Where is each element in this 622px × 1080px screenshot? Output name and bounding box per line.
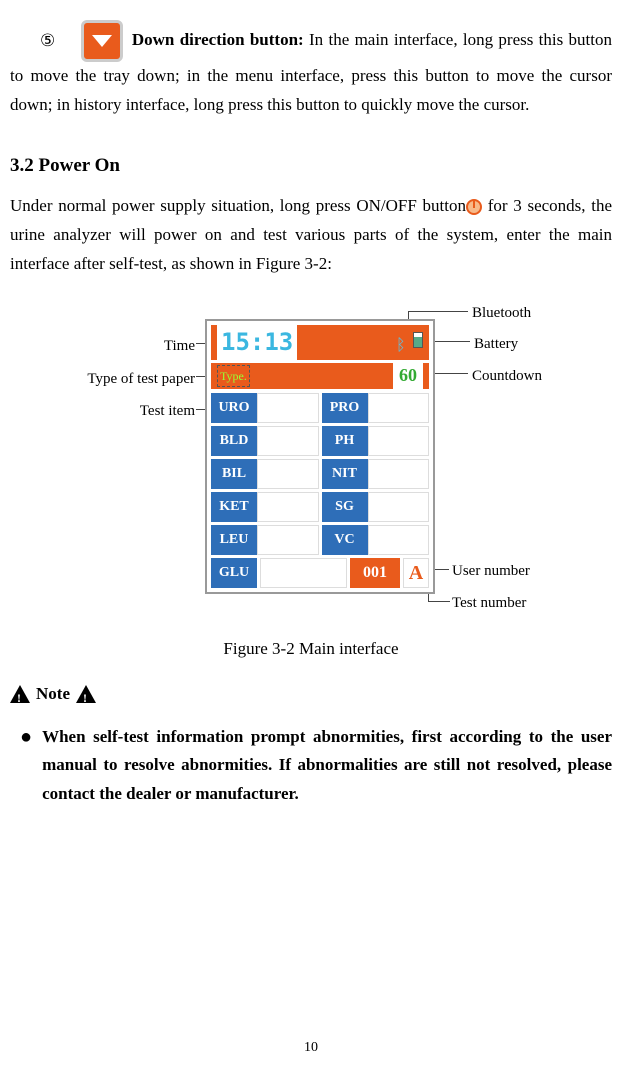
callout-countdown: Countdown bbox=[472, 364, 542, 390]
time-display: 15:13 bbox=[217, 322, 297, 363]
section-heading: 3.2 Power On bbox=[10, 150, 612, 182]
cell-uro: URO bbox=[211, 393, 257, 423]
callout-time: Time bbox=[145, 334, 195, 360]
cell-nit: NIT bbox=[322, 459, 368, 489]
cell-vc: VC bbox=[322, 525, 368, 555]
cell-bil: BIL bbox=[211, 459, 257, 489]
note-bullet-1: ● When self-test information prompt abno… bbox=[10, 723, 612, 810]
figure-caption: Figure 3-2 Main interface bbox=[10, 635, 612, 664]
page-number: 10 bbox=[10, 1036, 612, 1060]
item-5-paragraph: ⑤ Down direction button: In the main int… bbox=[10, 20, 612, 120]
bluetooth-icon: ᛒ bbox=[396, 332, 410, 352]
note-label: Note bbox=[36, 680, 70, 709]
callout-bluetooth: Bluetooth bbox=[472, 301, 531, 327]
power-icon bbox=[466, 199, 482, 215]
callout-testnum: Test number bbox=[452, 591, 526, 617]
cell-ph: PH bbox=[322, 426, 368, 456]
note-heading: Note bbox=[10, 680, 612, 709]
battery-icon bbox=[413, 332, 423, 348]
callout-testitem: Test item bbox=[115, 399, 195, 425]
cell-pro: PRO bbox=[322, 393, 368, 423]
last-row: GLU 001 A bbox=[211, 558, 429, 588]
device-screen: 15:13 ᛒ Type. 60 URO PRO BLD PH BIL NIT … bbox=[205, 319, 435, 594]
bullet-1-text: When self-test information prompt abnorm… bbox=[42, 723, 612, 810]
power-on-paragraph: Under normal power supply situation, lon… bbox=[10, 192, 612, 279]
circled-number-5: ⑤ bbox=[40, 27, 55, 56]
cell-glu: GLU bbox=[211, 558, 257, 588]
status-bar: 15:13 ᛒ bbox=[211, 325, 429, 360]
callout-usernum: User number bbox=[452, 559, 530, 585]
figure-3-2-diagram: Time Type of test paper Test item Blueto… bbox=[10, 299, 612, 629]
item-5-title: Down direction button: bbox=[132, 30, 304, 49]
bullet-dot-icon: ● bbox=[20, 723, 32, 810]
down-direction-icon bbox=[81, 20, 123, 62]
test-item-grid: URO PRO BLD PH BIL NIT KET SG LEU VC bbox=[211, 393, 429, 555]
cell-ket: KET bbox=[211, 492, 257, 522]
cell-leu: LEU bbox=[211, 525, 257, 555]
test-number-value: A bbox=[403, 558, 429, 588]
cell-sg: SG bbox=[322, 492, 368, 522]
cell-bld: BLD bbox=[211, 426, 257, 456]
type-label: Type. bbox=[217, 365, 250, 387]
type-row: Type. 60 bbox=[211, 363, 429, 389]
user-number-value: 001 bbox=[350, 558, 400, 588]
power-para-1: Under normal power supply situation, lon… bbox=[10, 196, 466, 215]
callout-type: Type of test paper bbox=[55, 367, 195, 393]
countdown-value: 60 bbox=[393, 360, 423, 391]
callout-battery: Battery bbox=[474, 332, 518, 358]
warning-icon bbox=[76, 685, 96, 703]
warning-icon bbox=[10, 685, 30, 703]
